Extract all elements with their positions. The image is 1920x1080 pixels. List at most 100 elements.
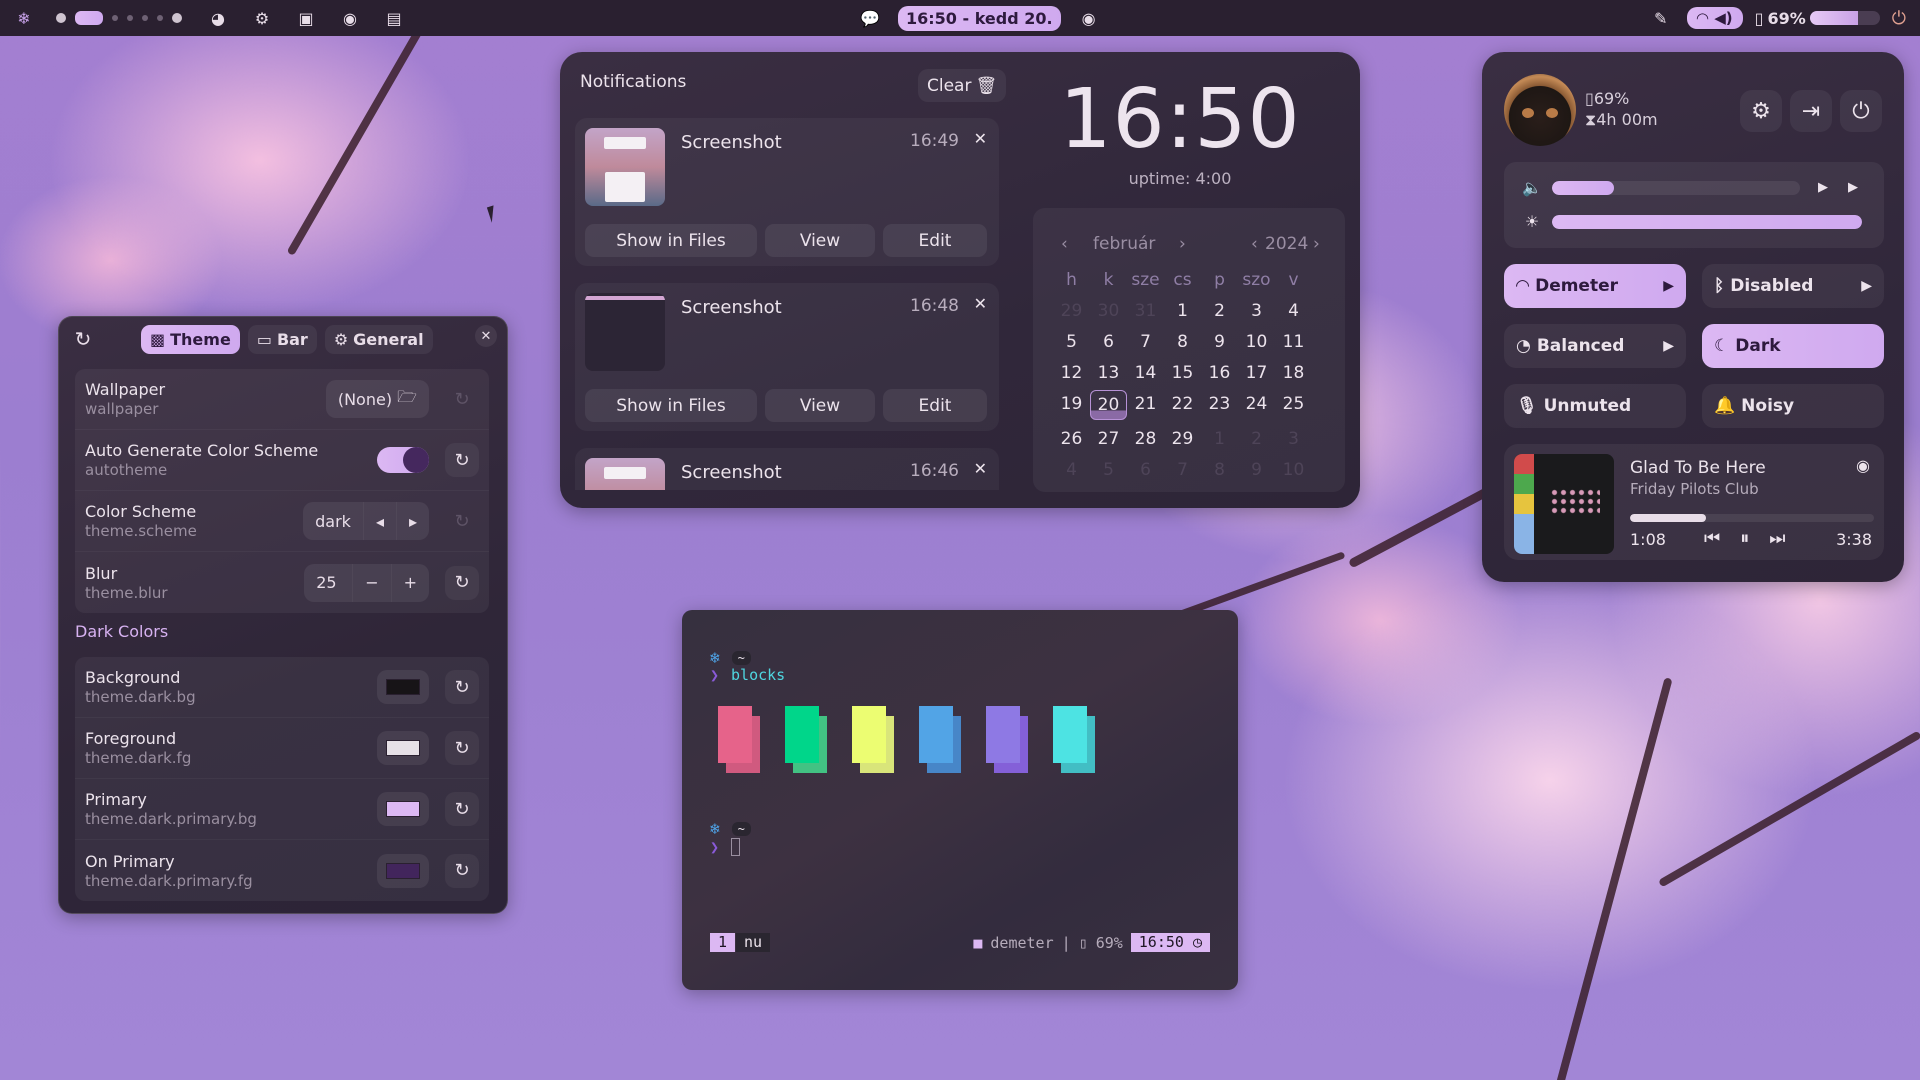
edit-button[interactable]: Edit (883, 224, 987, 257)
calendar-day[interactable]: 17 (1238, 363, 1275, 385)
workspace-indicator[interactable] (56, 11, 182, 25)
show-in-files-button[interactable]: Show in Files (585, 389, 757, 422)
previous-year-icon[interactable]: ‹ (1251, 234, 1258, 254)
calendar-day[interactable]: 5 (1090, 460, 1127, 482)
calendar-day[interactable]: 10 (1275, 460, 1312, 482)
calendar-day[interactable]: 26 (1053, 429, 1090, 451)
file-cabinet-icon[interactable]: ▤ (380, 4, 408, 32)
toggles-icon[interactable]: ⚙ (248, 4, 276, 32)
calendar-day[interactable]: 21 (1127, 394, 1164, 416)
toggle-dark[interactable]: ☾ Dark (1702, 324, 1884, 368)
calendar-day[interactable]: 22 (1164, 394, 1201, 416)
calendar-day[interactable]: 25 (1275, 394, 1312, 416)
spotify-icon[interactable]: ◉ (1075, 4, 1103, 32)
toggle-unmuted[interactable]: 🎙 Unmuted (1504, 384, 1686, 428)
volume-slider[interactable] (1552, 180, 1800, 195)
calendar-day[interactable]: 24 (1238, 394, 1275, 416)
dismiss-notification-icon[interactable]: ✕ (974, 459, 987, 478)
calendar-day[interactable]: 29 (1164, 429, 1201, 451)
calendar-day[interactable]: 15 (1164, 363, 1201, 385)
decrement-button[interactable]: − (352, 563, 390, 602)
screenshot-thumbnail[interactable] (585, 458, 665, 490)
battery-indicator[interactable]: ▯ 69% (1755, 9, 1880, 28)
notification-list[interactable]: Screenshot 16:49 ✕ Show in Files View Ed… (575, 118, 999, 490)
calendar-day[interactable]: 12 (1053, 363, 1090, 385)
calendar-day-today[interactable]: 20 (1090, 390, 1127, 420)
calendar-day[interactable]: 10 (1238, 332, 1275, 354)
calendar-day[interactable]: 16 (1201, 363, 1238, 385)
autotheme-toggle[interactable] (377, 447, 429, 473)
show-in-files-button[interactable]: Show in Files (585, 224, 757, 257)
reset-color-button[interactable]: ↻ (445, 792, 479, 826)
calendar-day[interactable]: 1 (1164, 301, 1201, 323)
calendar-day[interactable]: 2 (1238, 429, 1275, 451)
calendar-day[interactable]: 4 (1053, 460, 1090, 482)
power-icon[interactable]: ⏻ (1892, 8, 1906, 29)
calendar-day[interactable]: 27 (1090, 429, 1127, 451)
reset-color-button[interactable]: ↻ (445, 670, 479, 704)
reset-blur-button[interactable]: ↻ (445, 565, 479, 600)
reload-icon[interactable]: ↻ (69, 325, 97, 353)
next-track-icon[interactable]: ⏭ (1769, 528, 1785, 549)
reset-color-scheme-button[interactable]: ↻ (445, 504, 479, 538)
pause-icon[interactable]: ⏸ (1740, 528, 1749, 549)
settings-button[interactable]: ⚙ (1740, 90, 1782, 132)
blur-value-input[interactable]: 25 (304, 564, 352, 602)
terminal-window[interactable]: ❄ ~ ❯ blocks ❄ ~ ❯ 1 nu ■ demeter | ▯ 69% 1… (682, 610, 1238, 990)
calendar-day[interactable]: 9 (1201, 332, 1238, 354)
dismiss-notification-icon[interactable]: ✕ (974, 129, 987, 148)
clear-notifications-button[interactable]: Clear 🗑 (918, 69, 1007, 102)
calendar-day[interactable]: 7 (1164, 460, 1201, 482)
calendar-day[interactable]: 3 (1238, 301, 1275, 323)
calendar-day[interactable]: 9 (1238, 460, 1275, 482)
toggle-noisy[interactable]: 🔔 Noisy (1702, 384, 1884, 428)
audio-output-arrow-icon[interactable]: ▶ (1818, 180, 1828, 195)
previous-scheme-button[interactable]: ◂ (362, 502, 396, 540)
calendar-day[interactable]: 1 (1201, 429, 1238, 451)
workspace-3[interactable] (112, 15, 118, 21)
screenshot-thumbnail[interactable] (585, 293, 665, 371)
calendar-day[interactable]: 11 (1275, 332, 1312, 354)
toggle-disabled[interactable]: ᛒ Disabled ▶ (1702, 264, 1884, 308)
expand-arrow-icon[interactable]: ▶ (1663, 278, 1674, 294)
tab-bar[interactable]: ▭ Bar (247, 325, 317, 354)
speaker-muted-icon[interactable]: 🔈 (1522, 178, 1542, 197)
brightness-slider[interactable] (1552, 214, 1862, 229)
expand-arrow-icon[interactable]: ▶ (1663, 338, 1674, 354)
chat-bubbles-icon[interactable]: 💬 (856, 4, 884, 32)
tab-name[interactable]: nu (736, 933, 771, 952)
calendar-day[interactable]: 14 (1127, 363, 1164, 385)
calendar-day[interactable]: 29 (1053, 301, 1090, 323)
workspace-7[interactable] (172, 13, 182, 23)
calendar-day[interactable]: 19 (1053, 394, 1090, 416)
increment-button[interactable]: + (390, 563, 429, 602)
previous-month-icon[interactable]: ‹ (1061, 234, 1068, 254)
reset-color-button[interactable]: ↻ (445, 853, 479, 888)
workspace-4[interactable] (127, 15, 133, 21)
calendar-day[interactable]: 28 (1127, 429, 1164, 451)
eyedropper-icon[interactable]: ✎ (1647, 4, 1675, 32)
workspace-5[interactable] (142, 15, 148, 21)
edit-button[interactable]: Edit (883, 389, 987, 422)
tab-general[interactable]: ⚙ General (324, 325, 433, 354)
next-year-icon[interactable]: › (1313, 234, 1320, 254)
color-picker-button[interactable] (377, 853, 429, 888)
logout-button[interactable]: ⇥ (1790, 90, 1832, 132)
workspace-1[interactable] (56, 13, 66, 23)
previous-track-icon[interactable]: ⏮ (1704, 528, 1720, 549)
firefox-icon[interactable]: ◕ (204, 4, 232, 32)
calendar-day[interactable]: 6 (1127, 460, 1164, 482)
color-picker-button[interactable] (377, 792, 429, 826)
nixos-snowflake-icon[interactable]: ❄ (10, 4, 38, 32)
calendar-day[interactable]: 2 (1201, 301, 1238, 323)
color-picker-button[interactable] (377, 670, 429, 704)
terminal-icon[interactable]: ▣ (292, 4, 320, 32)
reset-wallpaper-button[interactable]: ↻ (445, 382, 479, 416)
wallpaper-picker-button[interactable]: (None) 🗁 (325, 380, 429, 418)
screenshot-thumbnail[interactable] (585, 128, 665, 206)
datetime-button[interactable]: 16:50 - kedd 20. (898, 5, 1061, 31)
calendar-day[interactable]: 13 (1090, 363, 1127, 385)
calendar-day[interactable]: 30 (1090, 301, 1127, 323)
toggle-demeter[interactable]: ◠ Demeter ▶ (1504, 264, 1686, 308)
close-button[interactable]: ✕ (475, 325, 497, 347)
